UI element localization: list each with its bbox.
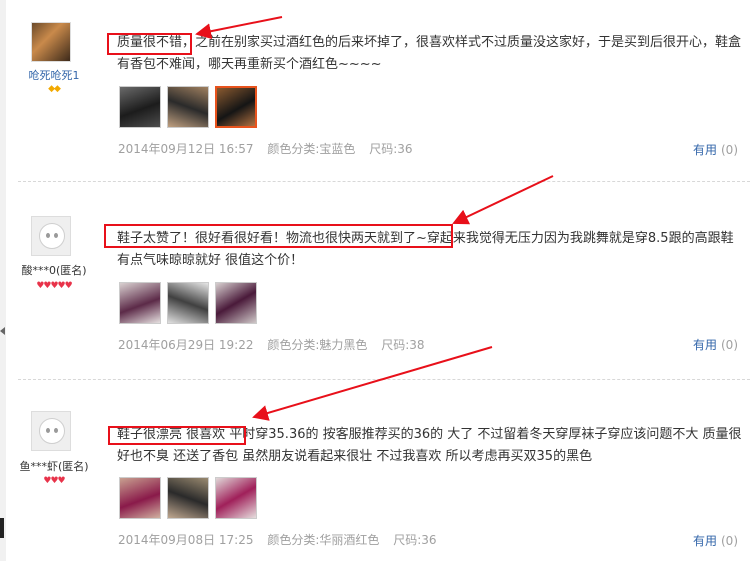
helpful-button[interactable]: 有用 (0) (693, 336, 738, 353)
helpful-button[interactable]: 有用 (0) (693, 141, 738, 158)
left-edge-marker (0, 518, 4, 538)
size-option: 尺码:38 (381, 338, 425, 352)
helpful-button[interactable]: 有用 (0) (693, 532, 738, 549)
review-photo-thumbnail[interactable] (167, 282, 209, 324)
helpful-count: (0) (721, 534, 738, 548)
helpful-count: (0) (721, 143, 738, 157)
buyer-level-badge: ◆◆ (48, 84, 61, 94)
review-date: 2014年06月29日 19:22 (118, 338, 254, 352)
review-date: 2014年09月08日 17:25 (118, 533, 254, 547)
helpful-label[interactable]: 有用 (693, 143, 717, 157)
review-photo-thumbnail[interactable] (119, 86, 161, 128)
color-option: 颜色分类:宝蓝色 (267, 142, 356, 156)
avatar[interactable] (31, 216, 71, 256)
review-photo-thumbnail[interactable] (119, 477, 161, 519)
default-avatar-icon (39, 223, 65, 249)
review-photo-thumbnail[interactable] (119, 282, 161, 324)
review-text: 质量很不错，之前在别家买过酒红色的后来坏掉了，很喜欢样式不过质量没这家好，于是买… (117, 35, 742, 72)
review-text: 鞋子太赞了！很好看很好看！物流也很快两天就到了~穿起来我觉得无压力因为我跳舞就是… (117, 231, 734, 268)
buyer-level-badge: ♥♥♥ (43, 476, 65, 486)
helpful-count: (0) (721, 338, 738, 352)
helpful-label[interactable]: 有用 (693, 338, 717, 352)
username[interactable]: 鱼***虾(匿名) (18, 458, 90, 474)
review-photo-thumbnail[interactable] (167, 477, 209, 519)
username[interactable]: 酸***0(匿名) (18, 262, 90, 278)
review-photo-thumbnail[interactable] (167, 86, 209, 128)
review-photo-thumbnail[interactable] (215, 282, 257, 324)
username[interactable]: 呛死呛死1 (18, 67, 90, 83)
review-meta: 2014年09月12日 16:57 颜色分类:宝蓝色 尺码:36 (118, 140, 423, 157)
color-option: 颜色分类:魅力黑色 (267, 338, 368, 352)
review-photos (119, 86, 257, 128)
default-avatar-icon (39, 418, 65, 444)
size-option: 尺码:36 (393, 533, 437, 547)
review-date: 2014年09月12日 16:57 (118, 142, 254, 156)
buyer-level-badge: ♥♥♥♥♥ (36, 281, 72, 291)
review-photos (119, 477, 257, 519)
avatar[interactable] (31, 22, 71, 62)
review-text: 鞋子很漂亮 很喜欢 平时穿35.36的 按客服推荐买的36的 大了 不过留着冬天… (117, 427, 742, 464)
color-option: 颜色分类:华丽酒红色 (267, 533, 380, 547)
review-photo-thumbnail[interactable] (215, 477, 257, 519)
left-edge-strip (0, 0, 6, 561)
size-option: 尺码:36 (369, 142, 413, 156)
avatar[interactable] (31, 411, 71, 451)
review-photo-thumbnail[interactable] (215, 86, 257, 128)
review-meta: 2014年09月08日 17:25 颜色分类:华丽酒红色 尺码:36 (118, 531, 447, 548)
review-meta: 2014年06月29日 19:22 颜色分类:魅力黑色 尺码:38 (118, 336, 435, 353)
review-photos (119, 282, 257, 324)
helpful-label[interactable]: 有用 (693, 534, 717, 548)
collapse-arrow-icon[interactable] (0, 327, 5, 335)
